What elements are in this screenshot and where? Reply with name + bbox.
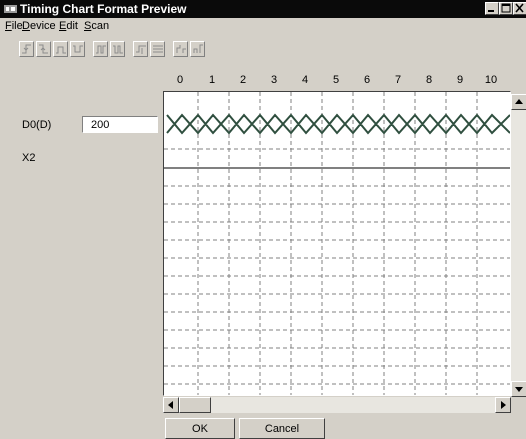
signal-name-x2: X2 bbox=[22, 152, 36, 164]
pulse-icon bbox=[56, 46, 66, 54]
scroll-up-button[interactable] bbox=[511, 94, 526, 110]
minimize-icon bbox=[488, 10, 494, 12]
menu-scan[interactable]: Scan bbox=[84, 20, 109, 32]
double-edge-button[interactable] bbox=[93, 41, 108, 57]
menu-bar: File Device Edit Scan bbox=[0, 18, 526, 36]
menu-device[interactable]: Device bbox=[22, 20, 56, 32]
close-icon bbox=[515, 3, 524, 13]
menu-edit-label: dit bbox=[66, 20, 78, 32]
fall-edge-icon bbox=[39, 44, 48, 54]
pulse-low-button[interactable] bbox=[70, 41, 85, 57]
ok-button[interactable]: OK bbox=[165, 418, 235, 439]
zoom-out-icon bbox=[193, 44, 203, 53]
ruler-label: 0 bbox=[176, 74, 184, 86]
rise-edge-button[interactable] bbox=[19, 41, 34, 57]
zoom-in-icon bbox=[176, 45, 186, 53]
arrow-up-icon bbox=[515, 99, 523, 104]
grid-vertical-lines bbox=[197, 92, 478, 395]
maximize-icon bbox=[501, 3, 511, 13]
vertical-scrollbar[interactable] bbox=[511, 94, 526, 397]
scroll-right-button[interactable] bbox=[495, 397, 511, 413]
ruler-label: 6 bbox=[363, 74, 371, 86]
menu-file[interactable]: File bbox=[5, 20, 23, 32]
arrow-down-icon bbox=[515, 387, 523, 392]
ruler-label: 5 bbox=[332, 74, 340, 86]
timing-grid bbox=[164, 92, 510, 395]
scroll-down-button[interactable] bbox=[511, 381, 526, 397]
arrow-right-icon bbox=[501, 401, 506, 409]
minimize-button[interactable] bbox=[485, 2, 499, 15]
close-button[interactable] bbox=[513, 2, 526, 15]
ruler-label: 2 bbox=[239, 74, 247, 86]
menu-device-label: evice bbox=[29, 20, 56, 32]
rise-edge-icon bbox=[22, 44, 31, 54]
scroll-thumb[interactable] bbox=[179, 397, 211, 413]
double-edge-alt-icon bbox=[113, 45, 123, 54]
maximize-button[interactable] bbox=[499, 2, 513, 15]
arrow-left-icon bbox=[168, 401, 173, 409]
d0-bus-waveform bbox=[166, 113, 510, 135]
ruler-label: 10 bbox=[484, 74, 498, 86]
horizontal-scrollbar[interactable] bbox=[163, 397, 511, 413]
pulse-low-icon bbox=[73, 45, 83, 53]
ruler-label: 8 bbox=[425, 74, 433, 86]
menu-scan-label: can bbox=[91, 20, 110, 32]
delete-icon bbox=[153, 45, 163, 53]
title-bar: Timing Chart Format Preview bbox=[0, 0, 526, 18]
ruler-label: 1 bbox=[208, 74, 216, 86]
menu-file-key: F bbox=[5, 20, 12, 32]
zoom-out-button[interactable] bbox=[190, 41, 205, 57]
cancel-button[interactable]: Cancel bbox=[239, 418, 325, 439]
menu-device-key: D bbox=[22, 20, 30, 32]
signal-name-d0: D0(D) bbox=[22, 119, 52, 131]
delete-button[interactable] bbox=[150, 41, 165, 57]
scroll-left-button[interactable] bbox=[163, 397, 179, 413]
ruler-label: 7 bbox=[394, 74, 402, 86]
ruler-label: 3 bbox=[270, 74, 278, 86]
double-edge-icon bbox=[96, 45, 106, 54]
toolbar bbox=[0, 38, 526, 60]
app-icon bbox=[4, 4, 17, 14]
ruler-label: 9 bbox=[456, 74, 464, 86]
grid-horizontal-lines bbox=[164, 148, 510, 385]
window-title: Timing Chart Format Preview bbox=[20, 2, 187, 16]
fall-edge-button[interactable] bbox=[36, 41, 51, 57]
timing-chart[interactable] bbox=[163, 91, 511, 396]
double-edge-alt-button[interactable] bbox=[110, 41, 125, 57]
insert-button[interactable] bbox=[133, 41, 148, 57]
ruler-label: 4 bbox=[301, 74, 309, 86]
menu-edit[interactable]: Edit bbox=[59, 20, 78, 32]
zoom-in-button[interactable] bbox=[173, 41, 188, 57]
pulse-button[interactable] bbox=[53, 41, 68, 57]
insert-icon bbox=[136, 45, 146, 54]
d0-value-field[interactable]: 200 bbox=[82, 116, 158, 133]
